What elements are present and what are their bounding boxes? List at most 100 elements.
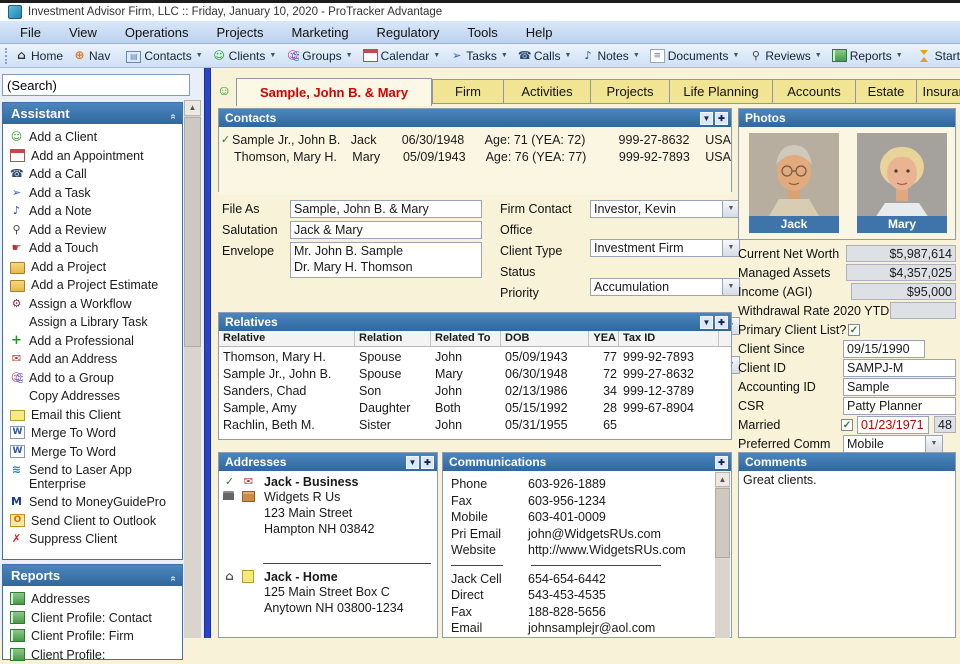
clients-button[interactable]: Clients▼ [208,47,282,65]
communication-row[interactable]: Fax188-828-5656 [443,604,731,621]
sidebar-item-add-professional[interactable]: Add a Professional [3,332,182,351]
office-select[interactable]: Investment Firm▼ [590,239,740,257]
report-item-addresses[interactable]: Addresses [3,590,182,609]
scroll-thumb[interactable] [184,117,201,347]
reports-header[interactable]: Reports « [3,565,182,586]
contact-row[interactable]: Thomson, Mary H. Mary 05/09/1943 Age: 76… [219,148,731,165]
tab-life-planning[interactable]: Life Planning [669,79,773,104]
col-relation[interactable]: Relation [355,331,431,346]
salutation-field[interactable]: Jack & Mary [290,221,482,239]
calendar-button[interactable]: Calendar▼ [358,47,446,65]
menu-file[interactable]: File [6,22,55,43]
sidebar-item-merge-to-word-2[interactable]: Merge To Word [3,443,182,462]
collapse-chevron-icon[interactable]: « [163,576,184,582]
report-item-client-profile-more[interactable]: Client Profile: [3,646,182,664]
sidebar-item-add-task[interactable]: Add a Task [3,184,182,203]
address-entry-home[interactable]: Jack - Home 125 Main Street Box C Anytow… [219,570,437,616]
scroll-up-button[interactable]: ▲ [184,100,201,116]
client-type-select[interactable]: Accumulation▼ [590,278,740,296]
tab-projects[interactable]: Projects [590,79,670,104]
sidebar-item-assign-library-task[interactable]: Assign a Library Task [3,313,182,332]
add-relative-button[interactable]: ✚ [715,316,728,329]
report-item-client-profile-firm[interactable]: Client Profile: Firm [3,627,182,646]
tasks-button[interactable]: Tasks▼ [445,47,513,65]
start-timer-button[interactable]: Start Timer [914,47,960,65]
sidebar-item-merge-to-word-1[interactable]: Merge To Word [3,424,182,443]
file-as-field[interactable]: Sample, John B. & Mary [290,200,482,218]
nav-button[interactable]: Nav [68,47,115,65]
col-relative[interactable]: Relative [219,331,355,346]
tab-insurance[interactable]: Insurance [916,79,960,104]
menu-regulatory[interactable]: Regulatory [363,22,454,43]
sidebar-scrollbar[interactable]: ▲ [184,100,201,638]
documents-button[interactable]: Documents▼ [645,47,745,65]
preferred-comm-select[interactable]: Mobile▼ [843,435,943,453]
calls-button[interactable]: Calls▼ [513,47,577,65]
tab-firm[interactable]: Firm [432,79,504,104]
add-contact-button[interactable]: ✚ [715,112,728,125]
reports-button[interactable]: Reports▼ [827,47,908,65]
relative-row[interactable]: Sanders, ChadSonJohn02/13/198634999-12-3… [219,383,731,400]
envelope-field[interactable]: Mr. John B. Sample Dr. Mary H. Thomson [290,242,482,278]
tab-accounts[interactable]: Accounts [772,79,856,104]
dropdown-button[interactable]: ▼ [722,201,739,217]
assistant-header[interactable]: Assistant « [3,103,182,124]
primary-client-checkbox[interactable]: ✓ [848,324,860,336]
sidebar-item-add-review[interactable]: Add a Review [3,221,182,240]
dropdown-button[interactable]: ▼ [722,279,739,295]
relative-row[interactable]: Sample Jr., John B.SpouseMary06/30/19487… [219,366,731,383]
sidebar-item-add-project[interactable]: Add a Project [3,258,182,277]
communication-row[interactable]: Websitehttp://www.WidgetsRUs.com [443,542,731,559]
sidebar-item-add-touch[interactable]: Add a Touch [3,239,182,258]
collapse-chevron-icon[interactable]: « [163,114,184,120]
sidebar-item-copy-addresses[interactable]: Copy Addresses [3,387,182,406]
sidebar-item-add-appointment[interactable]: Add an Appointment [3,147,182,166]
notes-button[interactable]: Notes▼ [576,47,644,65]
scroll-thumb[interactable] [715,488,730,558]
accounting-id-field[interactable]: Sample [843,378,956,396]
sidebar-item-add-call[interactable]: Add a Call [3,165,182,184]
communication-row[interactable]: Jack Cell654-654-6442 [443,571,731,588]
dropdown-button[interactable]: ▼ [925,436,942,452]
sidebar-item-add-client[interactable]: Add a Client [3,128,182,147]
sidebar-item-add-address[interactable]: Add an Address [3,350,182,369]
col-related-to[interactable]: Related To [431,331,501,346]
relative-row[interactable]: Sample, AmyDaughterBoth05/15/199228999-6… [219,400,731,417]
communication-row[interactable]: Mobile603-401-0009 [443,509,731,526]
csr-field[interactable]: Patty Planner [843,397,956,415]
col-yea[interactable]: YEA [589,331,619,346]
add-communication-button[interactable]: ✚ [715,456,728,469]
reviews-button[interactable]: Reviews▼ [744,47,826,65]
comments-text[interactable]: Great clients. [739,471,955,635]
sidebar-item-suppress-client[interactable]: Suppress Client [3,530,182,549]
report-item-client-profile-contact[interactable]: Client Profile: Contact [3,609,182,628]
sidebar-item-add-project-estimate[interactable]: Add a Project Estimate [3,276,182,295]
col-dob[interactable]: DOB [501,331,589,346]
address-entry-business[interactable]: Jack - Business Widgets R Us 123 Main St… [219,471,437,537]
scroll-up-button[interactable]: ▲ [715,472,730,487]
collapse-button[interactable]: ▼ [700,112,713,125]
menu-projects[interactable]: Projects [203,22,278,43]
communication-row[interactable]: Fax603-956-1234 [443,493,731,510]
client-id-field[interactable]: SAMPJ-M [843,359,956,377]
sidebar-item-add-note[interactable]: Add a Note [3,202,182,221]
sidebar-item-add-to-group[interactable]: Add to a Group [3,369,182,388]
menu-tools[interactable]: Tools [453,22,511,43]
relative-row[interactable]: Thomson, Mary H.SpouseJohn05/09/19437799… [219,349,731,366]
contacts-button[interactable]: Contacts▼ [121,47,207,65]
search-input[interactable] [2,74,190,96]
firm-contact-select[interactable]: Investor, Kevin▼ [590,200,740,218]
communication-row[interactable]: Emailjohnsamplejr@aol.com [443,620,731,637]
menu-marketing[interactable]: Marketing [277,22,362,43]
sidebar-item-send-outlook[interactable]: Send Client to Outlook [3,512,182,531]
client-since-field[interactable]: 09/15/1990 [843,340,925,358]
menu-view[interactable]: View [55,22,111,43]
communications-scrollbar[interactable]: ▲ [715,472,730,638]
relative-row[interactable]: Rachlin, Beth M.SisterJohn05/31/195565 [219,417,731,434]
dropdown-button[interactable]: ▼ [722,240,739,256]
tab-activities[interactable]: Activities [503,79,591,104]
sidebar-item-send-moneyguidepro[interactable]: Send to MoneyGuidePro [3,493,182,512]
communication-row[interactable]: Direct543-453-4535 [443,587,731,604]
sidebar-item-assign-workflow[interactable]: Assign a Workflow [3,295,182,314]
sidebar-item-send-laser-app[interactable]: Send to Laser App Enterprise [3,461,162,493]
